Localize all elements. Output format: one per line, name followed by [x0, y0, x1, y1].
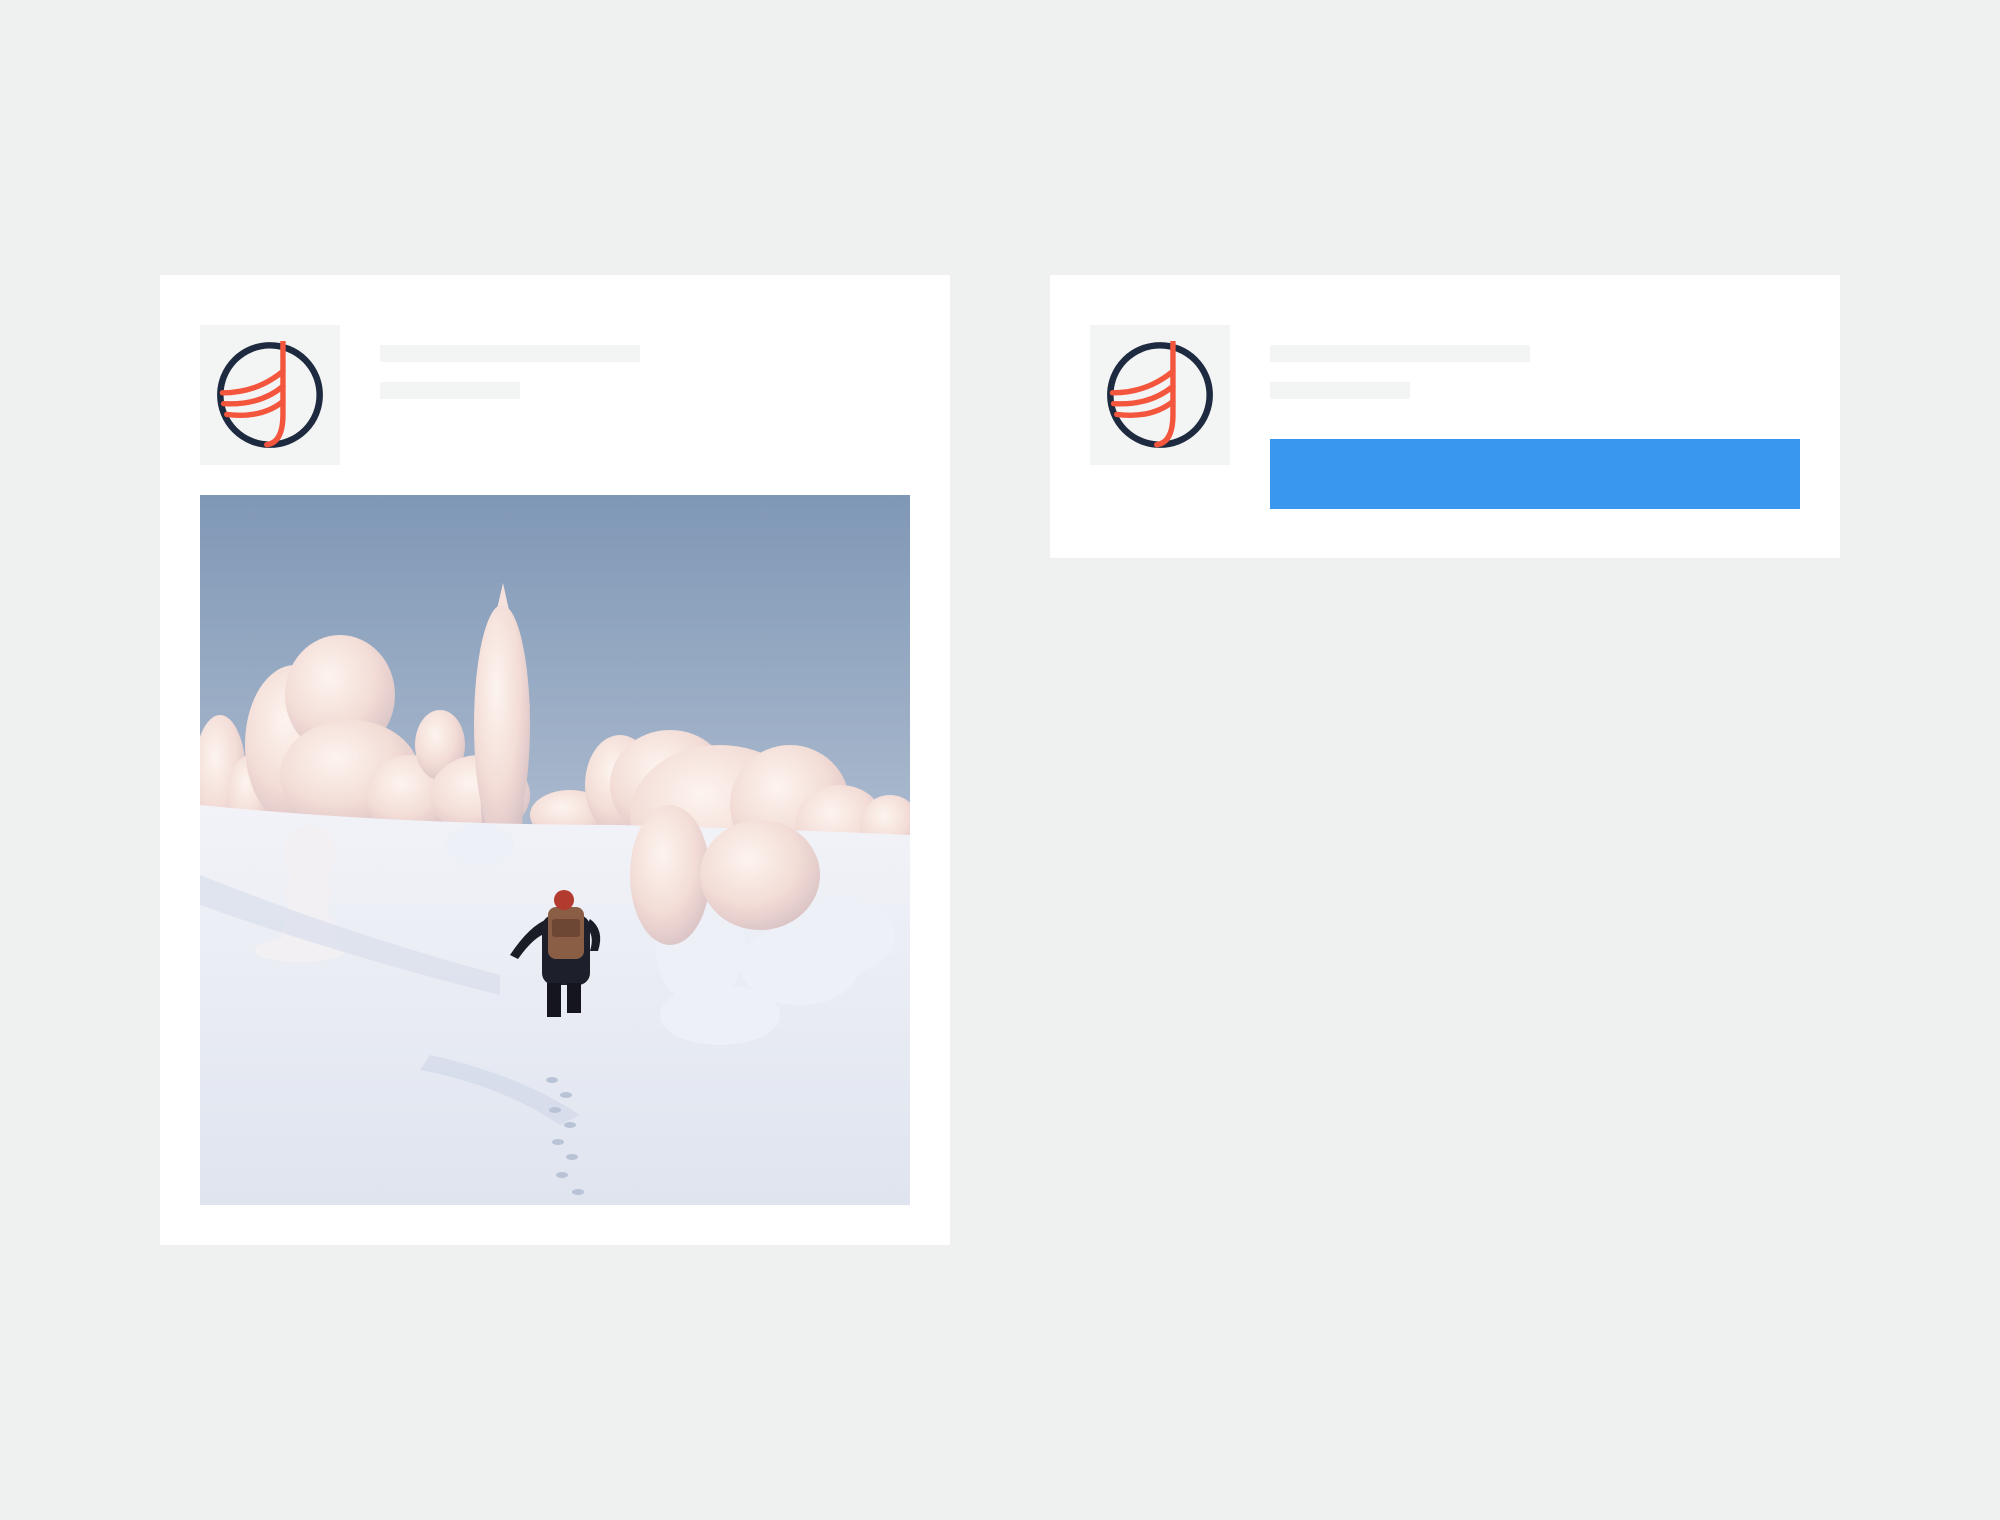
- post-card: [160, 275, 950, 1245]
- avatar[interactable]: [1090, 325, 1230, 465]
- avatar[interactable]: [200, 325, 340, 465]
- action-button[interactable]: [1270, 439, 1800, 509]
- title-placeholder: [380, 345, 640, 362]
- brand-logo-icon: [217, 341, 323, 448]
- subtitle-placeholder: [1270, 382, 1410, 399]
- subtitle-placeholder: [380, 382, 520, 399]
- post-image[interactable]: [200, 495, 910, 1205]
- brand-logo-icon: [1107, 341, 1213, 448]
- action-card: [1050, 275, 1840, 558]
- title-placeholder: [1270, 345, 1530, 362]
